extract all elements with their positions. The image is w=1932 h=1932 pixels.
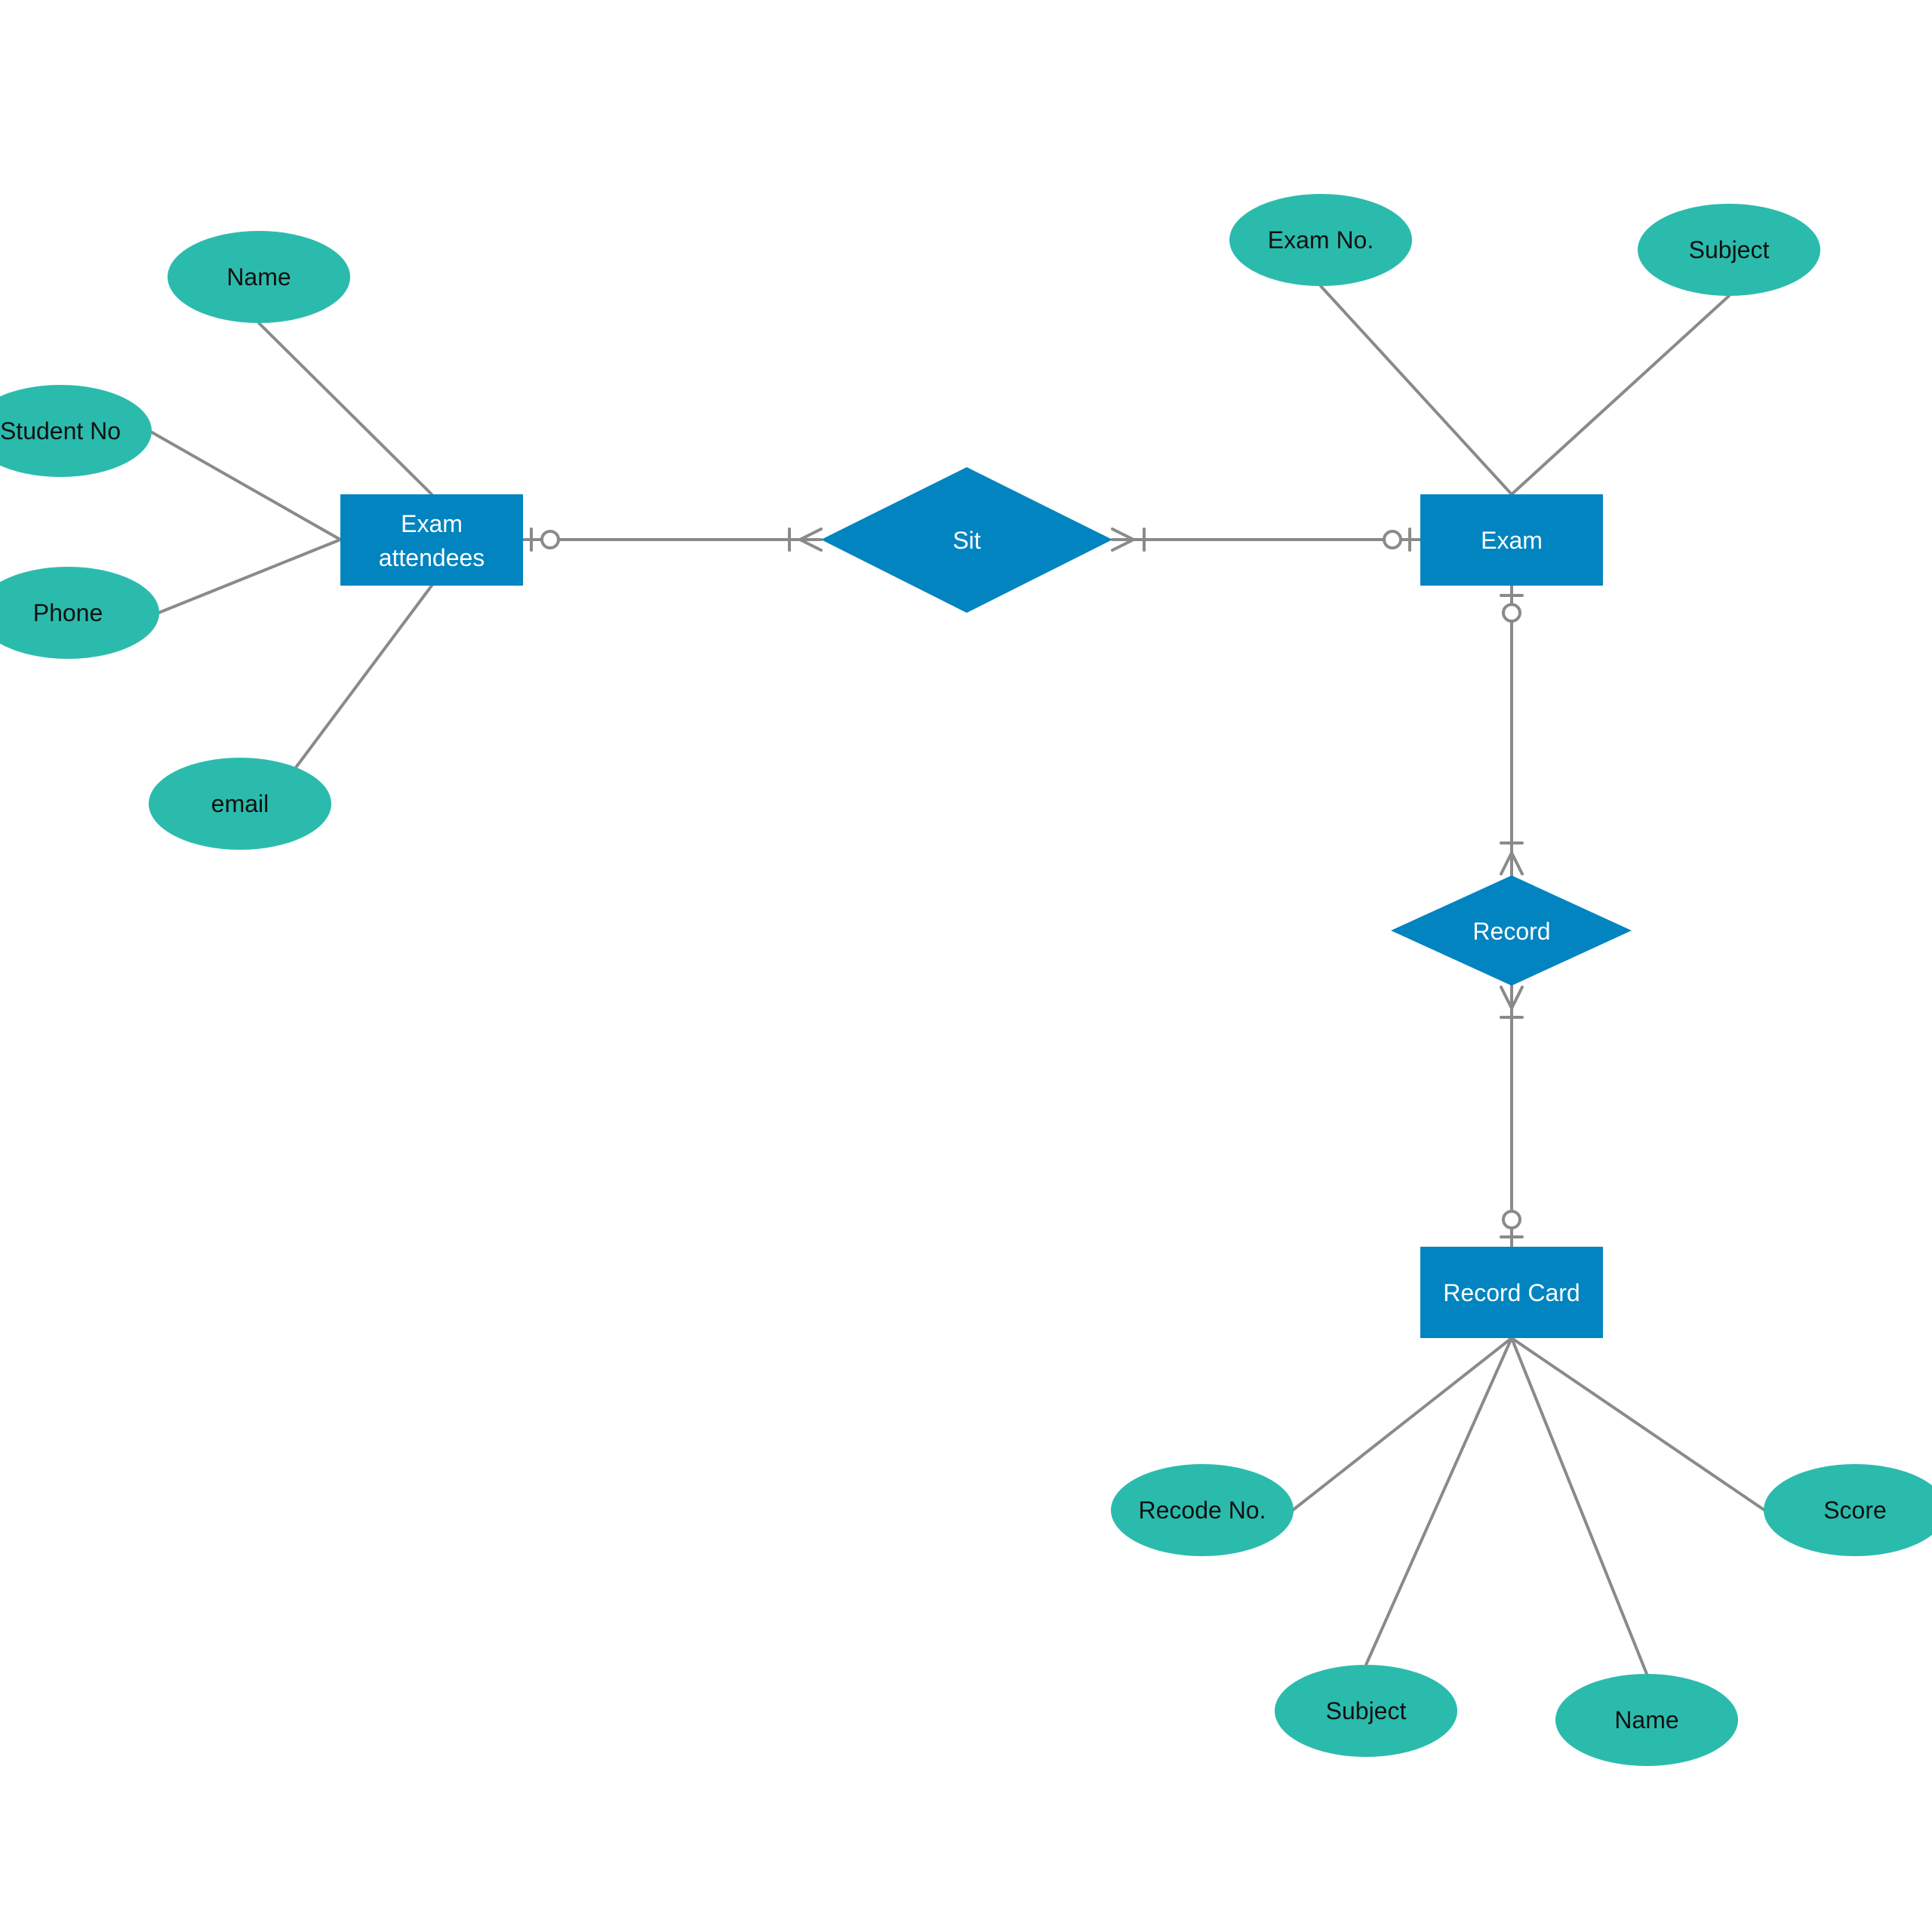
connector-name-to-exam-attendees bbox=[257, 321, 433, 496]
er-diagram-canvas: Name Student No Phone email Exam No. Sub… bbox=[0, 194, 1932, 1766]
connector-email-to-exam-attendees bbox=[294, 584, 433, 769]
entity-label: Exam bbox=[1481, 527, 1543, 554]
attribute-label: Name bbox=[1614, 1706, 1678, 1734]
attribute-name[interactable]: Name bbox=[168, 231, 350, 323]
relationship-label: Record bbox=[1472, 918, 1550, 945]
entity-exam-attendees[interactable]: Exam attendees bbox=[340, 494, 523, 586]
entity-label: Record Card bbox=[1443, 1279, 1580, 1306]
attribute-record-name[interactable]: Name bbox=[1555, 1674, 1738, 1766]
relationship-sit[interactable]: Sit bbox=[821, 467, 1112, 613]
attribute-exam-no[interactable]: Exam No. bbox=[1229, 194, 1412, 286]
attribute-record-subject[interactable]: Subject bbox=[1275, 1665, 1457, 1757]
connector-record-to-record-card bbox=[1500, 984, 1524, 1248]
attribute-label: email bbox=[211, 790, 269, 817]
connector-subject-to-exam bbox=[1510, 294, 1730, 496]
connector-score-to-record-card bbox=[1510, 1337, 1766, 1512]
relationship-label: Sit bbox=[952, 527, 980, 554]
connector-student-no-to-exam-attendees bbox=[148, 429, 342, 541]
connector-phone-to-exam-attendees bbox=[157, 538, 342, 614]
attribute-label: Subject bbox=[1689, 236, 1770, 263]
attribute-recode-no[interactable]: Recode No. bbox=[1111, 1464, 1294, 1556]
attribute-exam-subject[interactable]: Subject bbox=[1638, 204, 1820, 296]
entity-label-line1: Exam bbox=[401, 510, 463, 537]
connector-exam-no-to-exam bbox=[1319, 285, 1513, 496]
entity-exam[interactable]: Exam bbox=[1420, 494, 1603, 586]
attribute-label: Student No bbox=[0, 417, 121, 445]
connector-subject-to-record-card bbox=[1364, 1337, 1513, 1666]
attribute-label: Exam No. bbox=[1268, 226, 1374, 254]
entity-label-line2: attendees bbox=[379, 544, 485, 571]
relationship-record[interactable]: Record bbox=[1391, 875, 1632, 986]
connector-name-to-record-card bbox=[1510, 1337, 1648, 1675]
cardinality-zero-circle bbox=[1502, 1210, 1521, 1229]
attribute-score[interactable]: Score bbox=[1764, 1464, 1932, 1556]
attribute-student-no[interactable]: Student No bbox=[0, 385, 152, 477]
attribute-label: Name bbox=[226, 263, 291, 291]
attribute-phone[interactable]: Phone bbox=[0, 567, 159, 659]
attribute-label: Recode No. bbox=[1139, 1497, 1266, 1524]
connector-exam-to-record bbox=[1500, 584, 1524, 877]
attribute-label: Phone bbox=[33, 599, 103, 626]
cardinality-zero-circle bbox=[1383, 530, 1402, 549]
connector-recode-no-to-record-card bbox=[1291, 1337, 1513, 1512]
attribute-label: Subject bbox=[1326, 1697, 1407, 1724]
attribute-label: Score bbox=[1823, 1497, 1887, 1524]
connector-sit-to-exam bbox=[1111, 528, 1422, 552]
attribute-email[interactable]: email bbox=[149, 758, 331, 850]
connector-exam-attendees-to-sit bbox=[521, 528, 823, 552]
cardinality-zero-circle bbox=[540, 530, 560, 549]
cardinality-zero-circle bbox=[1502, 603, 1521, 623]
entity-record-card[interactable]: Record Card bbox=[1420, 1247, 1603, 1338]
